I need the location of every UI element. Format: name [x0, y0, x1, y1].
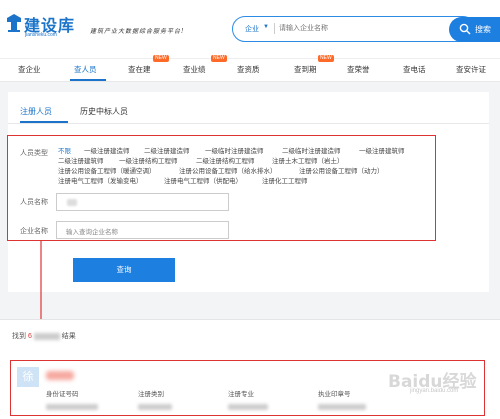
- redacted-value: [46, 404, 98, 410]
- tab-divider: [8, 123, 489, 124]
- search-button[interactable]: 搜索: [449, 17, 500, 42]
- category-option[interactable]: 二级注册建筑师: [58, 155, 104, 165]
- redacted-value: [67, 199, 77, 206]
- nav-item-company[interactable]: 查企业: [18, 64, 41, 75]
- result-count-suffix: 结果: [61, 333, 76, 340]
- category-option[interactable]: 二级临时注册建造师: [282, 145, 341, 155]
- search-divider: [274, 23, 275, 34]
- redacted-value: [318, 404, 366, 410]
- nav-active-indicator: [70, 79, 106, 81]
- category-option[interactable]: 注册电气工程师（发输变电）: [58, 175, 143, 185]
- category-option[interactable]: 一级注册结构工程师: [119, 155, 178, 165]
- tab-registered-personnel[interactable]: 注册人员: [20, 106, 52, 117]
- redacted-value: [138, 404, 172, 410]
- result-count-number: 6: [27, 333, 32, 340]
- category-option[interactable]: 注册公用设备工程师（动力）: [299, 165, 384, 175]
- caret-down-icon[interactable]: ▼: [263, 24, 269, 30]
- slogan: 建筑产业大数据综合服务平台!: [90, 28, 185, 35]
- result-count: 找到 6 结果: [12, 331, 76, 341]
- watermark-url: jingyan.baidu.com: [410, 388, 459, 394]
- category-option[interactable]: 注册土木工程师（岩土）: [272, 155, 344, 165]
- nav-item-person[interactable]: 查人员: [74, 64, 97, 75]
- site-header: 建设库 jiansheku.com 建筑产业大数据综合服务平台! 企业 ▼ 搜索: [0, 0, 500, 58]
- new-badge: NEW: [211, 55, 227, 62]
- category-option[interactable]: 注册电气工程师（供配电）: [164, 175, 242, 185]
- nav-item-safety-license[interactable]: 查安许证: [456, 64, 486, 75]
- category-option[interactable]: 一级注册建造师: [84, 145, 130, 155]
- nav-item-performance[interactable]: 查业绩: [183, 64, 206, 75]
- search-icon: [459, 23, 471, 35]
- nav-item-in-construction[interactable]: 查在建: [128, 64, 151, 75]
- company-name-input[interactable]: 输入查询企业名称: [56, 221, 229, 239]
- category-option[interactable]: 注册化工工程师: [262, 175, 308, 185]
- column-registration-major: 注册专业: [228, 391, 254, 398]
- company-label: 企业名称: [20, 228, 48, 235]
- category-option[interactable]: 一级注册建筑师: [359, 145, 405, 155]
- person-name-input[interactable]: [56, 193, 229, 211]
- company-name-placeholder: 输入查询企业名称: [66, 229, 118, 236]
- category-option[interactable]: 一级临时注册建造师: [205, 145, 264, 155]
- logo-domain: jiansheku.com: [25, 32, 57, 38]
- name-label: 人员名称: [20, 199, 48, 206]
- nav-item-phone[interactable]: 查电话: [403, 64, 426, 75]
- search-box: 企业 ▼: [232, 16, 476, 42]
- person-name-link[interactable]: [46, 371, 74, 380]
- nav-item-expiring[interactable]: 查到期: [294, 64, 317, 75]
- tab-historical-bid-personnel[interactable]: 历史中标人员: [80, 106, 128, 117]
- new-badge: NEW: [153, 55, 169, 62]
- nav-item-honor[interactable]: 查荣誉: [347, 64, 370, 75]
- category-option[interactable]: 注册公用设备工程师（给水排水）: [179, 165, 277, 175]
- category-label: 人员类型: [20, 150, 48, 157]
- column-registration-category: 注册类别: [138, 391, 164, 398]
- category-option[interactable]: 二级注册结构工程师: [196, 155, 255, 165]
- result-count-prefix: 找到: [12, 333, 26, 340]
- new-badge: NEW: [318, 55, 334, 62]
- category-option[interactable]: 注册公用设备工程师（暖通空调）: [58, 165, 156, 175]
- column-id-number: 身份证号码: [46, 391, 79, 398]
- logo-icon[interactable]: [6, 13, 22, 33]
- nav-item-qualification[interactable]: 查资质: [237, 64, 260, 75]
- redacted-value: [228, 404, 268, 410]
- column-seal-number: 执业印章号: [318, 391, 351, 398]
- avatar: 徐: [17, 367, 39, 387]
- search-input[interactable]: [279, 20, 439, 37]
- search-scope-select[interactable]: 企业: [245, 24, 259, 34]
- category-option-unlimited[interactable]: 不限: [58, 145, 71, 155]
- redacted-text: [33, 332, 60, 340]
- search-button-label: 搜索: [475, 25, 491, 34]
- category-option[interactable]: 二级注册建造师: [144, 145, 190, 155]
- query-button[interactable]: 查询: [73, 258, 175, 282]
